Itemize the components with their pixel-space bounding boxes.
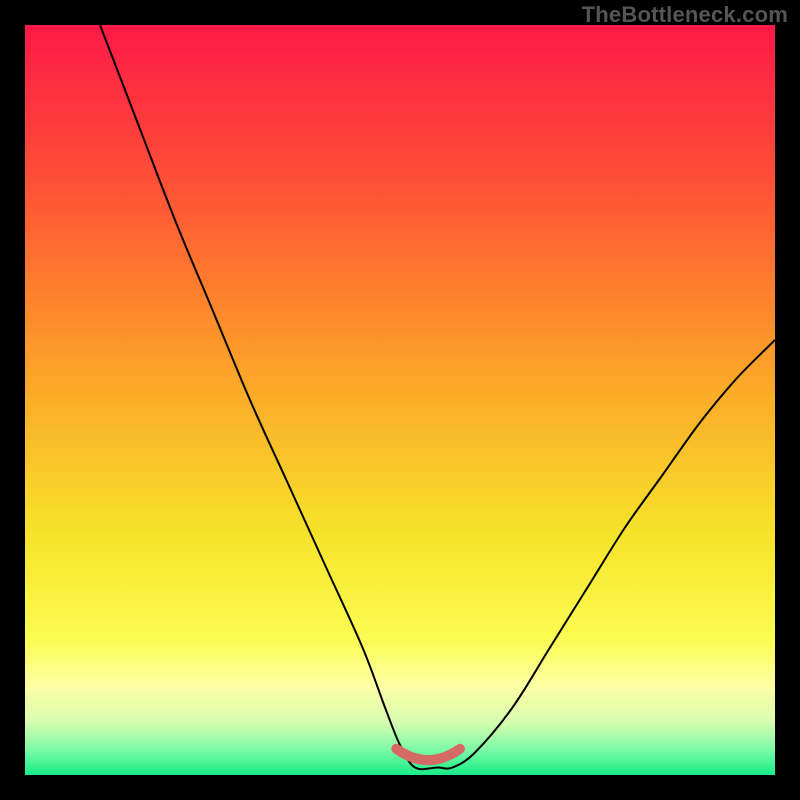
gradient-background <box>25 25 775 775</box>
chart-frame: TheBottleneck.com <box>0 0 800 800</box>
chart-svg <box>25 25 775 775</box>
watermark-text: TheBottleneck.com <box>582 2 788 28</box>
chart-plot-area <box>25 25 775 775</box>
